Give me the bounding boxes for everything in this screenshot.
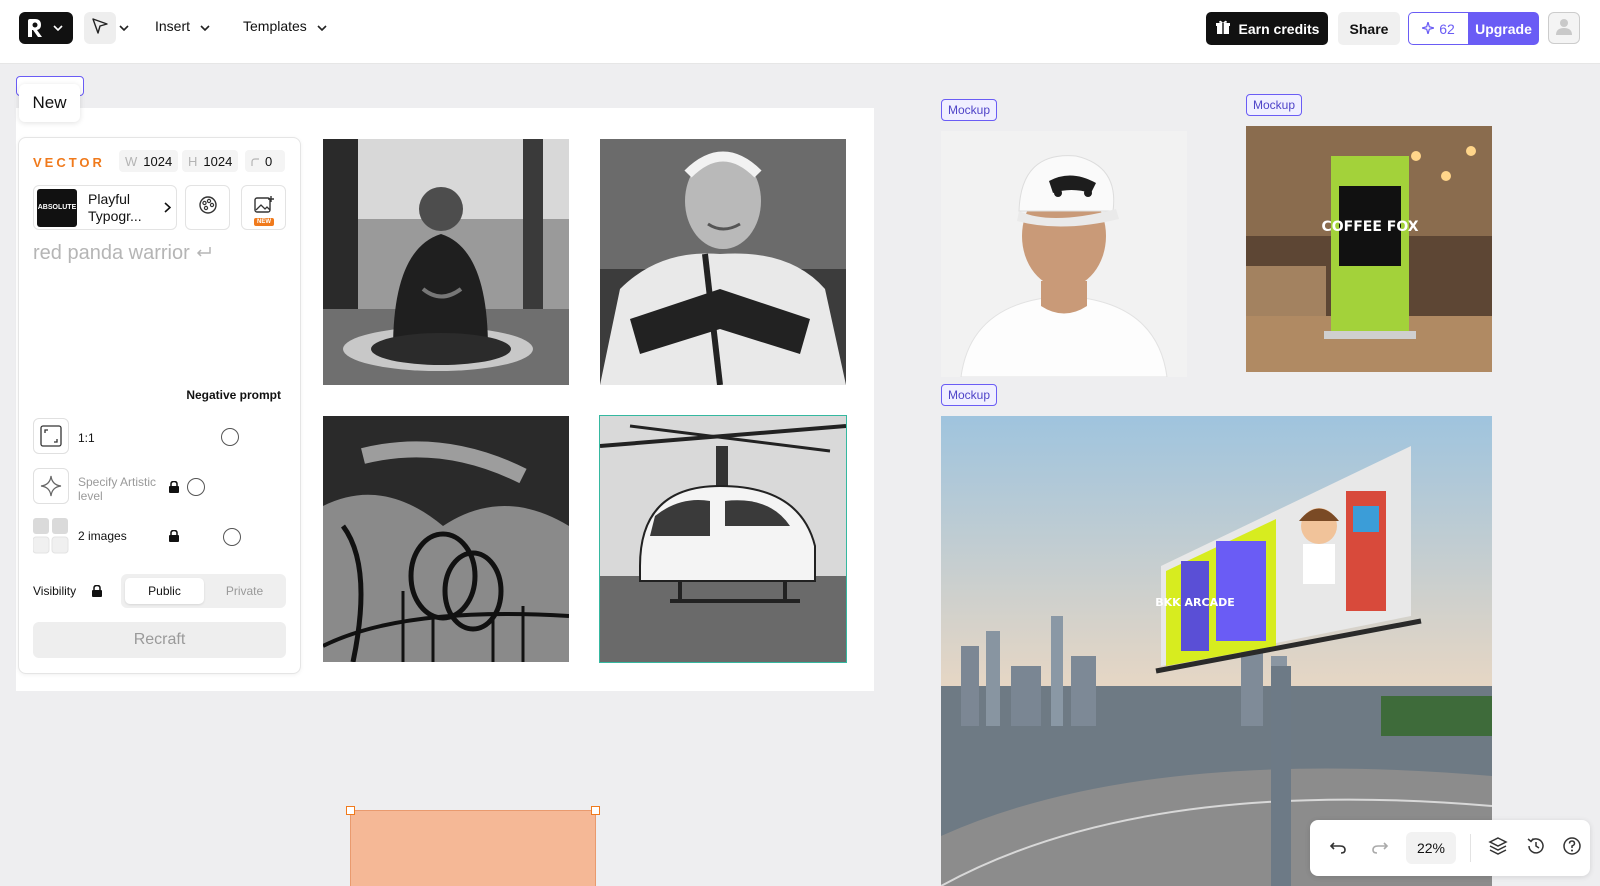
negative-prompt-button[interactable]: Negative prompt [186, 388, 281, 402]
mode-label[interactable]: VECTOR [33, 155, 105, 170]
tooltip-text: New [32, 93, 67, 112]
mockup-tag[interactable]: Mockup [1246, 94, 1303, 116]
zoom-level[interactable]: 22% [1406, 832, 1456, 864]
height-key: H [188, 153, 198, 169]
new-badge: NEW [254, 218, 274, 226]
undo-icon [1328, 836, 1348, 861]
tool-chevron-down-icon[interactable] [119, 18, 129, 36]
sparkle-icon [1419, 19, 1437, 37]
recraft-logo-icon [19, 12, 51, 44]
visibility-label: Visibility [33, 584, 77, 598]
chevron-down-icon [200, 18, 210, 34]
orange-rectangle-shape[interactable] [350, 810, 596, 886]
mockup-cap-image[interactable] [941, 131, 1187, 377]
width-key: W [125, 153, 138, 169]
toolbar-divider [1470, 834, 1471, 862]
mockup-tag[interactable]: Mockup [941, 99, 998, 121]
palette-icon [197, 194, 219, 221]
image-prompt-button[interactable]: NEW [241, 185, 286, 230]
upgrade-button[interactable]: Upgrade [1468, 12, 1539, 45]
chevron-right-icon [164, 200, 172, 216]
lock-icon [169, 480, 179, 498]
help-button[interactable] [1558, 834, 1586, 862]
sparkle-star-icon[interactable] [33, 468, 69, 504]
images-count-radio[interactable] [223, 528, 241, 546]
visibility-public-option[interactable]: Public [125, 578, 204, 604]
help-icon [1562, 836, 1582, 861]
generation-panel: VECTOR W 1024 H 1024 0 ABSOLUTE Playful … [18, 137, 301, 674]
new-frame-tooltip: New [19, 84, 80, 122]
credits-counter[interactable]: 62 [1408, 12, 1468, 45]
image-add-icon [253, 194, 275, 221]
artistic-level-radio[interactable] [187, 478, 205, 496]
layers-button[interactable] [1484, 834, 1512, 862]
avatar[interactable] [1548, 12, 1580, 44]
style-name: Playful Typogr... [88, 190, 142, 224]
select-tool-button[interactable] [84, 12, 116, 44]
corner-radius-value: 0 [265, 153, 273, 169]
corner-radius-icon [251, 154, 259, 169]
color-palette-button[interactable] [185, 185, 230, 230]
generated-image-monk[interactable] [323, 139, 569, 385]
standee-text: COFFEE FOX [1321, 219, 1418, 235]
earn-credits-button[interactable]: Earn credits [1206, 12, 1328, 45]
user-icon [1554, 16, 1574, 41]
chevron-down-icon [53, 23, 63, 34]
style-selector[interactable]: ABSOLUTE Playful Typogr... [33, 185, 177, 230]
gift-icon [1215, 19, 1231, 38]
share-label: Share [1349, 20, 1389, 37]
insert-label: Insert [155, 18, 191, 34]
lock-icon [169, 529, 179, 547]
grid-icon[interactable] [32, 518, 69, 554]
layers-icon [1488, 836, 1508, 861]
chevron-down-icon [317, 18, 327, 34]
recraft-button[interactable]: Recraft [33, 622, 286, 658]
credits-count: 62 [1439, 20, 1455, 37]
corner-radius-field[interactable]: 0 [245, 150, 285, 172]
cursor-icon [91, 17, 109, 40]
redo-button[interactable] [1366, 834, 1394, 862]
generated-image-rollercoaster[interactable] [323, 416, 569, 662]
resize-handle[interactable] [591, 806, 600, 815]
undo-button[interactable] [1324, 834, 1352, 862]
aspect-ratio-label: 1:1 [78, 431, 95, 445]
app-menu-button[interactable] [19, 12, 73, 44]
aspect-ratio-radio[interactable] [221, 428, 239, 446]
height-field[interactable]: H 1024 [182, 150, 239, 172]
images-count-label: 2 images [78, 529, 127, 543]
lock-icon [92, 584, 102, 602]
mockup-standee-image[interactable]: COFFEE FOX [1246, 126, 1492, 372]
billboard-text: BKK ARCADE [1155, 596, 1234, 609]
prompt-placeholder: red panda warrior [33, 242, 190, 264]
mockup-tag[interactable]: Mockup [941, 384, 998, 406]
width-field[interactable]: W 1024 [119, 150, 179, 172]
style-thumbnail: ABSOLUTE [37, 188, 77, 227]
resize-handle[interactable] [346, 806, 355, 815]
templates-label: Templates [243, 18, 307, 34]
prompt-input[interactable]: red panda warrior [33, 242, 213, 265]
mockup-billboard-image[interactable]: BKK ARCADE [941, 416, 1492, 886]
height-value: 1024 [203, 153, 233, 169]
redo-icon [1370, 836, 1390, 861]
artistic-level-label: Specify Artistic level [78, 475, 157, 503]
history-icon [1526, 836, 1546, 861]
top-bar: Insert Templates Earn credits Share 62 U… [0, 0, 1600, 64]
width-value: 1024 [143, 153, 173, 169]
aspect-ratio-icon[interactable] [33, 418, 69, 454]
generated-image-old-man[interactable] [600, 139, 846, 385]
enter-icon [195, 242, 213, 264]
visibility-toggle: Public Private [121, 574, 286, 608]
earn-credits-label: Earn credits [1238, 20, 1320, 37]
upgrade-label: Upgrade [1475, 20, 1532, 37]
insert-menu[interactable]: Insert [155, 18, 210, 34]
bottom-toolbar: 22% [1310, 820, 1590, 876]
visibility-private-option[interactable]: Private [205, 578, 284, 604]
templates-menu[interactable]: Templates [243, 18, 327, 34]
generated-image-helicopter[interactable] [599, 415, 847, 663]
history-button[interactable] [1522, 834, 1550, 862]
share-button[interactable]: Share [1338, 12, 1400, 45]
